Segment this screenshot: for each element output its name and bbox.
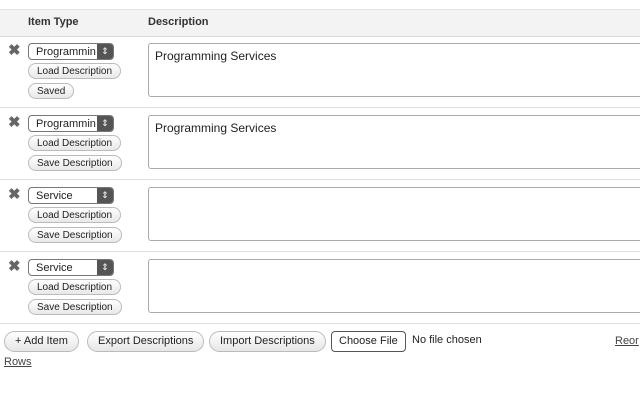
item-type-value: Programming Services xyxy=(36,46,96,58)
remove-icon[interactable]: ✖ xyxy=(8,259,21,274)
load-description-button[interactable]: Load Description xyxy=(28,207,122,223)
choose-file-button[interactable]: Choose File xyxy=(331,331,406,352)
load-description-button[interactable]: Load Description xyxy=(28,135,122,151)
table-row: ✖ Programming Services⇕ Load Description… xyxy=(0,108,640,180)
reorder-rows-link[interactable]: Reor xyxy=(615,335,639,347)
select-arrow-icon: ⇕ xyxy=(97,44,113,59)
load-description-button[interactable]: Load Description xyxy=(28,63,122,79)
description-header: Description xyxy=(148,16,209,28)
load-description-button[interactable]: Load Description xyxy=(28,279,122,295)
file-status: No file chosen xyxy=(412,334,482,346)
item-type-select[interactable]: Programming Services⇕ xyxy=(28,115,114,132)
save-description-button[interactable]: Save Description xyxy=(28,227,122,243)
description-textarea[interactable] xyxy=(148,187,640,241)
description-textarea[interactable]: Programming Services xyxy=(148,43,640,97)
table-header: Item Type Description xyxy=(0,9,640,37)
remove-icon[interactable]: ✖ xyxy=(8,115,21,130)
item-type-select[interactable]: Service ⇕ xyxy=(28,187,114,204)
item-type-value: Programming Services xyxy=(36,118,96,130)
item-type-value: Service xyxy=(36,190,73,202)
save-description-button[interactable]: Saved xyxy=(28,83,75,99)
item-type-value: Service xyxy=(36,262,73,274)
save-description-button[interactable]: Save Description xyxy=(28,155,122,171)
select-arrow-icon: ⇕ xyxy=(97,188,113,203)
item-type-header: Item Type xyxy=(28,16,79,28)
item-type-select[interactable]: Programming Services⇕ xyxy=(28,43,114,60)
table-row: ✖ Service ⇕ Load Description Save Descrip… xyxy=(0,180,640,252)
remove-icon[interactable]: ✖ xyxy=(8,187,21,202)
select-arrow-icon: ⇕ xyxy=(97,260,113,275)
description-textarea[interactable] xyxy=(148,259,640,313)
table-row: ✖ Programming Services⇕ Load Description… xyxy=(0,36,640,108)
remove-icon[interactable]: ✖ xyxy=(8,43,21,58)
item-type-select[interactable]: Service ⇕ xyxy=(28,259,114,276)
import-descriptions-button[interactable]: Import Descriptions xyxy=(209,331,326,352)
table-row: ✖ Service ⇕ Load Description Save Descrip… xyxy=(0,252,640,324)
add-item-button[interactable]: + Add Item xyxy=(4,331,79,352)
save-description-button[interactable]: Save Description xyxy=(28,299,122,315)
reorder-rows-link-continued[interactable]: Rows xyxy=(4,356,32,368)
export-descriptions-button[interactable]: Export Descriptions xyxy=(87,331,205,352)
select-arrow-icon: ⇕ xyxy=(97,116,113,131)
description-textarea[interactable]: Programming Services xyxy=(148,115,640,169)
